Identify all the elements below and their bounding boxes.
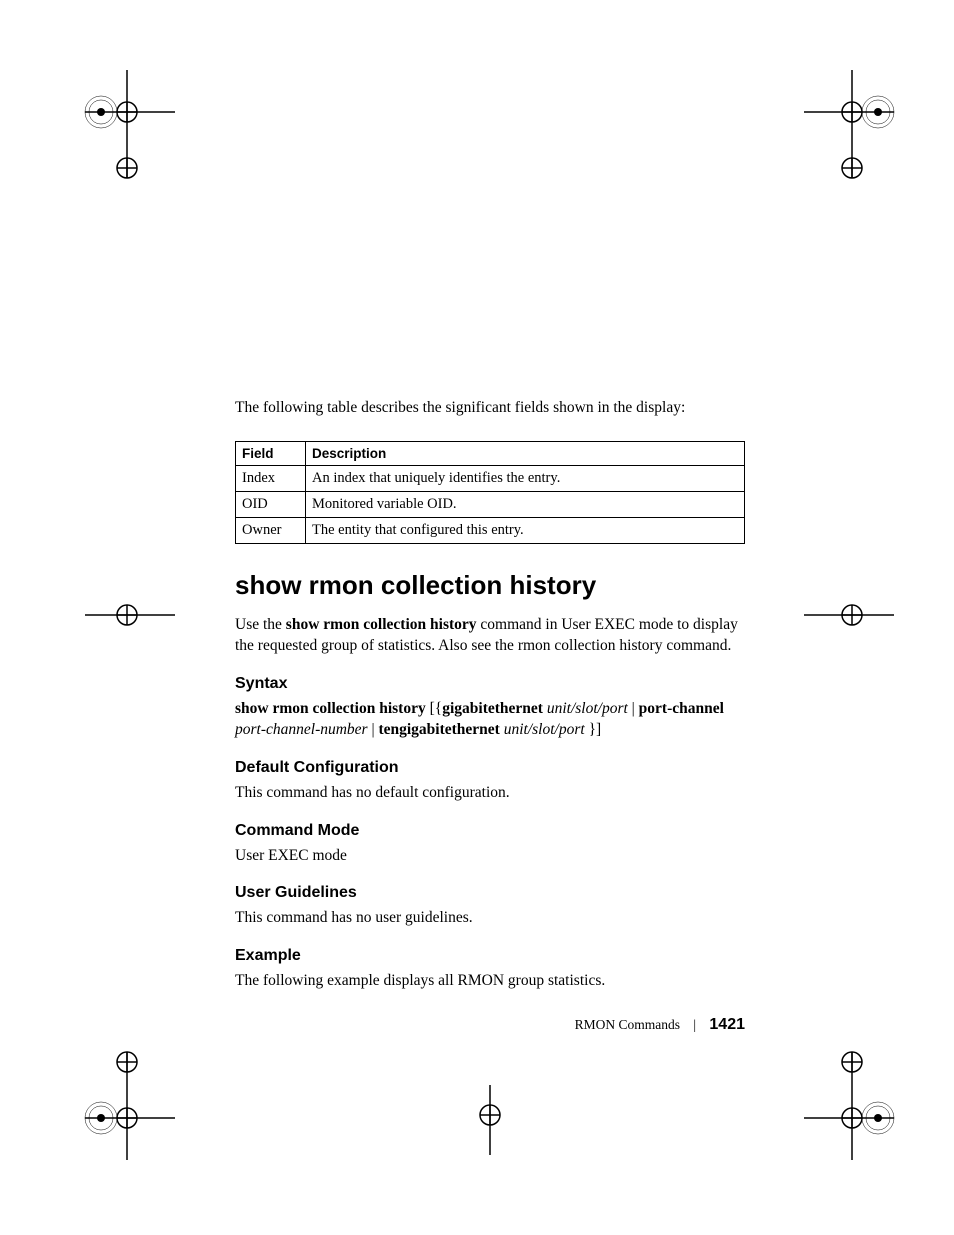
syntax-heading: Syntax <box>235 675 745 693</box>
syntax-arg: unit/slot/port <box>504 721 585 738</box>
regmark-mid-right <box>804 555 924 675</box>
fields-table: Field Description Index An index that un… <box>235 441 745 544</box>
description-paragraph: Use the show rmon collection history com… <box>235 615 745 657</box>
section-heading: show rmon collection history <box>235 570 745 601</box>
footer-separator: | <box>693 1017 696 1032</box>
text: Use the <box>235 616 286 633</box>
regmark-bottom-left <box>55 1040 175 1160</box>
user-guidelines-heading: User Guidelines <box>235 884 745 902</box>
user-guidelines-text: This command has no user guidelines. <box>235 908 745 929</box>
syntax-line: show rmon collection history [{gigabitet… <box>235 699 745 741</box>
text: | <box>368 721 379 738</box>
intro-text: The following table describes the signif… <box>235 398 745 419</box>
table-row: OID Monitored variable OID. <box>236 491 745 517</box>
cell-desc: The entity that configured this entry. <box>306 517 745 543</box>
command-name: show rmon collection history <box>286 616 477 633</box>
cell-desc: Monitored variable OID. <box>306 491 745 517</box>
command-mode-heading: Command Mode <box>235 822 745 840</box>
regmark-mid-left <box>55 555 175 675</box>
regmark-top-left <box>55 70 175 190</box>
page-footer: RMON Commands | 1421 <box>235 1016 745 1034</box>
page-number: 1421 <box>709 1016 745 1033</box>
th-field: Field <box>236 441 306 465</box>
syntax-kw: port-channel <box>639 700 724 717</box>
text: | <box>628 700 639 717</box>
syntax-kw: gigabitethernet <box>442 700 543 717</box>
regmark-top-right <box>804 70 924 190</box>
cell-field: Owner <box>236 517 306 543</box>
footer-section: RMON Commands <box>575 1017 680 1032</box>
page-content: The following table describes the signif… <box>235 398 745 992</box>
default-config-heading: Default Configuration <box>235 759 745 777</box>
regmark-bottom-center <box>430 1055 550 1175</box>
table-row: Index An index that uniquely identifies … <box>236 465 745 491</box>
syntax-kw: tengigabitethernet <box>378 721 499 738</box>
example-text: The following example displays all RMON … <box>235 971 745 992</box>
table-row: Owner The entity that configured this en… <box>236 517 745 543</box>
cell-field: Index <box>236 465 306 491</box>
text: }] <box>585 721 601 738</box>
regmark-bottom-right <box>804 1040 924 1160</box>
syntax-arg: unit/slot/port <box>547 700 628 717</box>
example-heading: Example <box>235 947 745 965</box>
syntax-arg: port-channel-number <box>235 721 368 738</box>
cell-desc: An index that uniquely identifies the en… <box>306 465 745 491</box>
th-desc: Description <box>306 441 745 465</box>
text: [{ <box>426 700 442 717</box>
syntax-cmd: show rmon collection history <box>235 700 426 717</box>
command-mode-text: User EXEC mode <box>235 846 745 867</box>
default-config-text: This command has no default configuratio… <box>235 783 745 804</box>
cell-field: OID <box>236 491 306 517</box>
